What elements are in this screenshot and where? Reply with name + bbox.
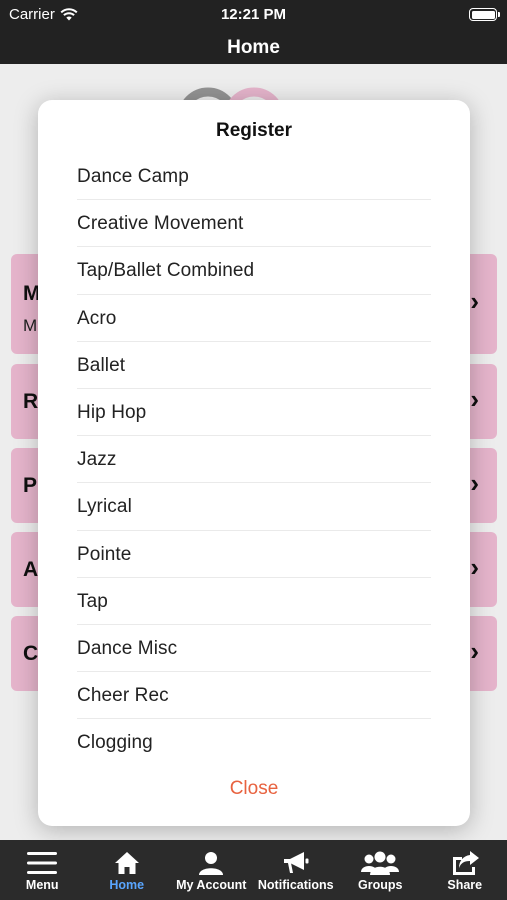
tab-label: Home	[109, 878, 145, 892]
page-title: Home	[227, 37, 280, 58]
tab-bar: Menu Home My Account Notifications Group…	[0, 840, 507, 900]
register-option[interactable]: Lyrical	[77, 483, 431, 531]
tab-menu[interactable]: Menu	[0, 840, 85, 900]
register-option[interactable]: Acro	[77, 295, 431, 342]
close-button[interactable]: Close	[38, 778, 470, 800]
clock: 12:21 PM	[220, 6, 287, 23]
register-option[interactable]: Pointe	[77, 531, 431, 578]
tab-home[interactable]: Home	[85, 840, 170, 900]
tab-label: Share	[447, 878, 483, 892]
tab-share[interactable]: Share	[423, 840, 507, 900]
register-option[interactable]: Dance Camp	[77, 153, 431, 201]
tab-groups[interactable]: Groups	[338, 840, 423, 900]
register-option[interactable]: Tap/Ballet Combined	[77, 247, 431, 295]
tab-notifications[interactable]: Notifications	[254, 840, 339, 900]
battery-icon	[469, 8, 500, 21]
home-icon	[114, 852, 139, 874]
register-option[interactable]: Dance Misc	[77, 625, 431, 673]
register-option[interactable]: Jazz	[77, 436, 431, 484]
register-dialog: Register Dance Camp Creative Movement Ta…	[38, 100, 470, 826]
register-option[interactable]: Clogging	[77, 719, 431, 766]
register-option[interactable]: Tap	[77, 578, 431, 625]
person-icon	[199, 852, 224, 875]
tab-my-account[interactable]: My Account	[169, 840, 254, 900]
share-icon	[452, 851, 479, 875]
megaphone-icon	[283, 852, 309, 873]
status-bar: Carrier 12:21 PM	[0, 0, 507, 30]
tab-label: Notifications	[257, 878, 334, 892]
register-option[interactable]: Creative Movement	[77, 200, 431, 248]
tab-label: Menu	[25, 878, 59, 892]
dialog-title: Register	[215, 120, 293, 141]
register-option[interactable]: Hip Hop	[77, 389, 431, 437]
register-option[interactable]: Ballet	[77, 342, 431, 389]
tab-label: Groups	[358, 878, 403, 892]
groups-icon	[361, 851, 400, 875]
tab-label: My Account	[176, 878, 247, 892]
register-options-list: Dance Camp Creative Movement Tap/Ballet …	[77, 153, 431, 766]
nav-bar: Home	[0, 30, 507, 64]
menu-icon	[27, 852, 58, 874]
register-option[interactable]: Cheer Rec	[77, 672, 431, 720]
